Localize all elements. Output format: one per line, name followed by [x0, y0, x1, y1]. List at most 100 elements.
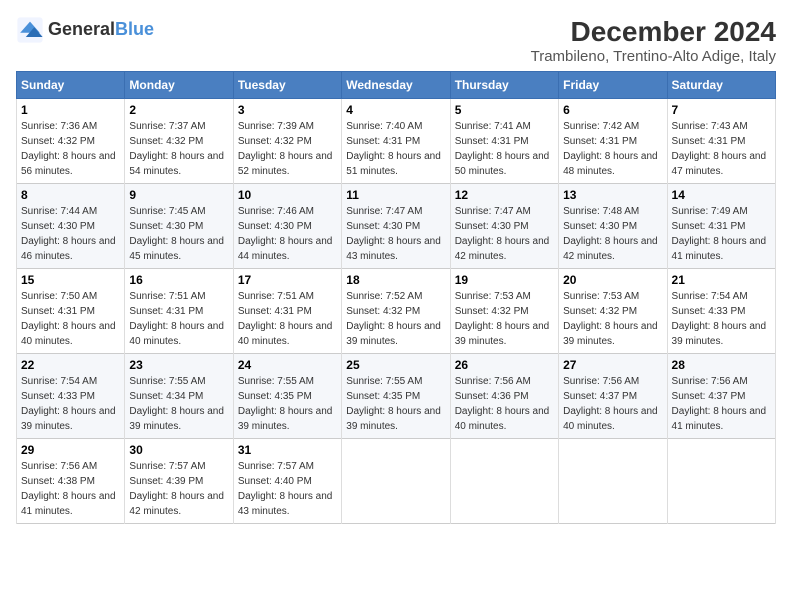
- day-info: Sunrise: 7:42 AMSunset: 4:31 PMDaylight:…: [563, 121, 658, 177]
- logo-icon: [16, 16, 44, 44]
- day-number: 2: [129, 103, 228, 117]
- day-info: Sunrise: 7:54 AMSunset: 4:33 PMDaylight:…: [21, 376, 116, 432]
- calendar-cell: 25 Sunrise: 7:55 AMSunset: 4:35 PMDaylig…: [342, 354, 450, 439]
- calendar-cell: 20 Sunrise: 7:53 AMSunset: 4:32 PMDaylig…: [559, 269, 667, 354]
- calendar-cell: [450, 439, 558, 524]
- day-info: Sunrise: 7:41 AMSunset: 4:31 PMDaylight:…: [455, 121, 550, 177]
- calendar-cell: 21 Sunrise: 7:54 AMSunset: 4:33 PMDaylig…: [667, 269, 775, 354]
- calendar-cell: 26 Sunrise: 7:56 AMSunset: 4:36 PMDaylig…: [450, 354, 558, 439]
- calendar-cell: 31 Sunrise: 7:57 AMSunset: 4:40 PMDaylig…: [233, 439, 341, 524]
- day-number: 22: [21, 358, 120, 372]
- day-info: Sunrise: 7:39 AMSunset: 4:32 PMDaylight:…: [238, 121, 333, 177]
- calendar-cell: 5 Sunrise: 7:41 AMSunset: 4:31 PMDayligh…: [450, 99, 558, 184]
- col-wednesday: Wednesday: [342, 72, 450, 99]
- logo-text: GeneralBlue: [48, 20, 154, 40]
- day-number: 14: [672, 188, 771, 202]
- logo-blue: Blue: [115, 19, 154, 39]
- calendar-cell: [559, 439, 667, 524]
- day-info: Sunrise: 7:43 AMSunset: 4:31 PMDaylight:…: [672, 121, 767, 177]
- calendar-cell: 22 Sunrise: 7:54 AMSunset: 4:33 PMDaylig…: [17, 354, 125, 439]
- day-info: Sunrise: 7:37 AMSunset: 4:32 PMDaylight:…: [129, 121, 224, 177]
- calendar-cell: 6 Sunrise: 7:42 AMSunset: 4:31 PMDayligh…: [559, 99, 667, 184]
- day-number: 4: [346, 103, 445, 117]
- logo: GeneralBlue: [16, 16, 154, 44]
- day-number: 27: [563, 358, 662, 372]
- day-number: 25: [346, 358, 445, 372]
- day-number: 3: [238, 103, 337, 117]
- day-number: 5: [455, 103, 554, 117]
- calendar-week-2: 8 Sunrise: 7:44 AMSunset: 4:30 PMDayligh…: [17, 184, 776, 269]
- day-number: 13: [563, 188, 662, 202]
- page-header: GeneralBlue December 2024 Trambileno, Tr…: [16, 16, 776, 65]
- calendar-cell: 28 Sunrise: 7:56 AMSunset: 4:37 PMDaylig…: [667, 354, 775, 439]
- day-info: Sunrise: 7:51 AMSunset: 4:31 PMDaylight:…: [238, 291, 333, 347]
- day-info: Sunrise: 7:56 AMSunset: 4:36 PMDaylight:…: [455, 376, 550, 432]
- day-info: Sunrise: 7:50 AMSunset: 4:31 PMDaylight:…: [21, 291, 116, 347]
- calendar-cell: 3 Sunrise: 7:39 AMSunset: 4:32 PMDayligh…: [233, 99, 341, 184]
- col-monday: Monday: [125, 72, 233, 99]
- calendar-cell: 23 Sunrise: 7:55 AMSunset: 4:34 PMDaylig…: [125, 354, 233, 439]
- calendar-cell: 8 Sunrise: 7:44 AMSunset: 4:30 PMDayligh…: [17, 184, 125, 269]
- day-number: 9: [129, 188, 228, 202]
- calendar-cell: 15 Sunrise: 7:50 AMSunset: 4:31 PMDaylig…: [17, 269, 125, 354]
- day-info: Sunrise: 7:57 AMSunset: 4:39 PMDaylight:…: [129, 461, 224, 517]
- day-info: Sunrise: 7:53 AMSunset: 4:32 PMDaylight:…: [563, 291, 658, 347]
- day-info: Sunrise: 7:40 AMSunset: 4:31 PMDaylight:…: [346, 121, 441, 177]
- day-info: Sunrise: 7:54 AMSunset: 4:33 PMDaylight:…: [672, 291, 767, 347]
- day-number: 8: [21, 188, 120, 202]
- calendar-cell: 10 Sunrise: 7:46 AMSunset: 4:30 PMDaylig…: [233, 184, 341, 269]
- day-info: Sunrise: 7:49 AMSunset: 4:31 PMDaylight:…: [672, 206, 767, 262]
- day-number: 28: [672, 358, 771, 372]
- calendar-week-4: 22 Sunrise: 7:54 AMSunset: 4:33 PMDaylig…: [17, 354, 776, 439]
- calendar-cell: 12 Sunrise: 7:47 AMSunset: 4:30 PMDaylig…: [450, 184, 558, 269]
- calendar-cell: [667, 439, 775, 524]
- calendar-week-5: 29 Sunrise: 7:56 AMSunset: 4:38 PMDaylig…: [17, 439, 776, 524]
- day-info: Sunrise: 7:48 AMSunset: 4:30 PMDaylight:…: [563, 206, 658, 262]
- day-info: Sunrise: 7:52 AMSunset: 4:32 PMDaylight:…: [346, 291, 441, 347]
- day-info: Sunrise: 7:56 AMSunset: 4:37 PMDaylight:…: [563, 376, 658, 432]
- day-number: 23: [129, 358, 228, 372]
- day-info: Sunrise: 7:46 AMSunset: 4:30 PMDaylight:…: [238, 206, 333, 262]
- day-number: 31: [238, 443, 337, 457]
- day-number: 21: [672, 273, 771, 287]
- day-info: Sunrise: 7:53 AMSunset: 4:32 PMDaylight:…: [455, 291, 550, 347]
- col-saturday: Saturday: [667, 72, 775, 99]
- calendar-header: Sunday Monday Tuesday Wednesday Thursday…: [17, 72, 776, 99]
- day-number: 19: [455, 273, 554, 287]
- day-number: 17: [238, 273, 337, 287]
- day-number: 16: [129, 273, 228, 287]
- day-info: Sunrise: 7:55 AMSunset: 4:34 PMDaylight:…: [129, 376, 224, 432]
- day-number: 6: [563, 103, 662, 117]
- subtitle: Trambileno, Trentino-Alto Adige, Italy: [531, 48, 776, 65]
- calendar-cell: 11 Sunrise: 7:47 AMSunset: 4:30 PMDaylig…: [342, 184, 450, 269]
- calendar-cell: 7 Sunrise: 7:43 AMSunset: 4:31 PMDayligh…: [667, 99, 775, 184]
- calendar-body: 1 Sunrise: 7:36 AMSunset: 4:32 PMDayligh…: [17, 99, 776, 524]
- calendar-cell: 9 Sunrise: 7:45 AMSunset: 4:30 PMDayligh…: [125, 184, 233, 269]
- day-number: 20: [563, 273, 662, 287]
- calendar-cell: 19 Sunrise: 7:53 AMSunset: 4:32 PMDaylig…: [450, 269, 558, 354]
- day-number: 30: [129, 443, 228, 457]
- calendar-cell: [342, 439, 450, 524]
- calendar-cell: 27 Sunrise: 7:56 AMSunset: 4:37 PMDaylig…: [559, 354, 667, 439]
- col-tuesday: Tuesday: [233, 72, 341, 99]
- day-info: Sunrise: 7:47 AMSunset: 4:30 PMDaylight:…: [346, 206, 441, 262]
- calendar-week-1: 1 Sunrise: 7:36 AMSunset: 4:32 PMDayligh…: [17, 99, 776, 184]
- col-friday: Friday: [559, 72, 667, 99]
- day-info: Sunrise: 7:45 AMSunset: 4:30 PMDaylight:…: [129, 206, 224, 262]
- day-number: 18: [346, 273, 445, 287]
- day-info: Sunrise: 7:55 AMSunset: 4:35 PMDaylight:…: [238, 376, 333, 432]
- day-number: 7: [672, 103, 771, 117]
- day-number: 29: [21, 443, 120, 457]
- calendar-cell: 29 Sunrise: 7:56 AMSunset: 4:38 PMDaylig…: [17, 439, 125, 524]
- calendar-cell: 17 Sunrise: 7:51 AMSunset: 4:31 PMDaylig…: [233, 269, 341, 354]
- day-number: 10: [238, 188, 337, 202]
- calendar-week-3: 15 Sunrise: 7:50 AMSunset: 4:31 PMDaylig…: [17, 269, 776, 354]
- calendar-cell: 16 Sunrise: 7:51 AMSunset: 4:31 PMDaylig…: [125, 269, 233, 354]
- col-thursday: Thursday: [450, 72, 558, 99]
- day-number: 24: [238, 358, 337, 372]
- day-info: Sunrise: 7:55 AMSunset: 4:35 PMDaylight:…: [346, 376, 441, 432]
- day-info: Sunrise: 7:56 AMSunset: 4:38 PMDaylight:…: [21, 461, 116, 517]
- col-sunday: Sunday: [17, 72, 125, 99]
- day-number: 12: [455, 188, 554, 202]
- header-row: Sunday Monday Tuesday Wednesday Thursday…: [17, 72, 776, 99]
